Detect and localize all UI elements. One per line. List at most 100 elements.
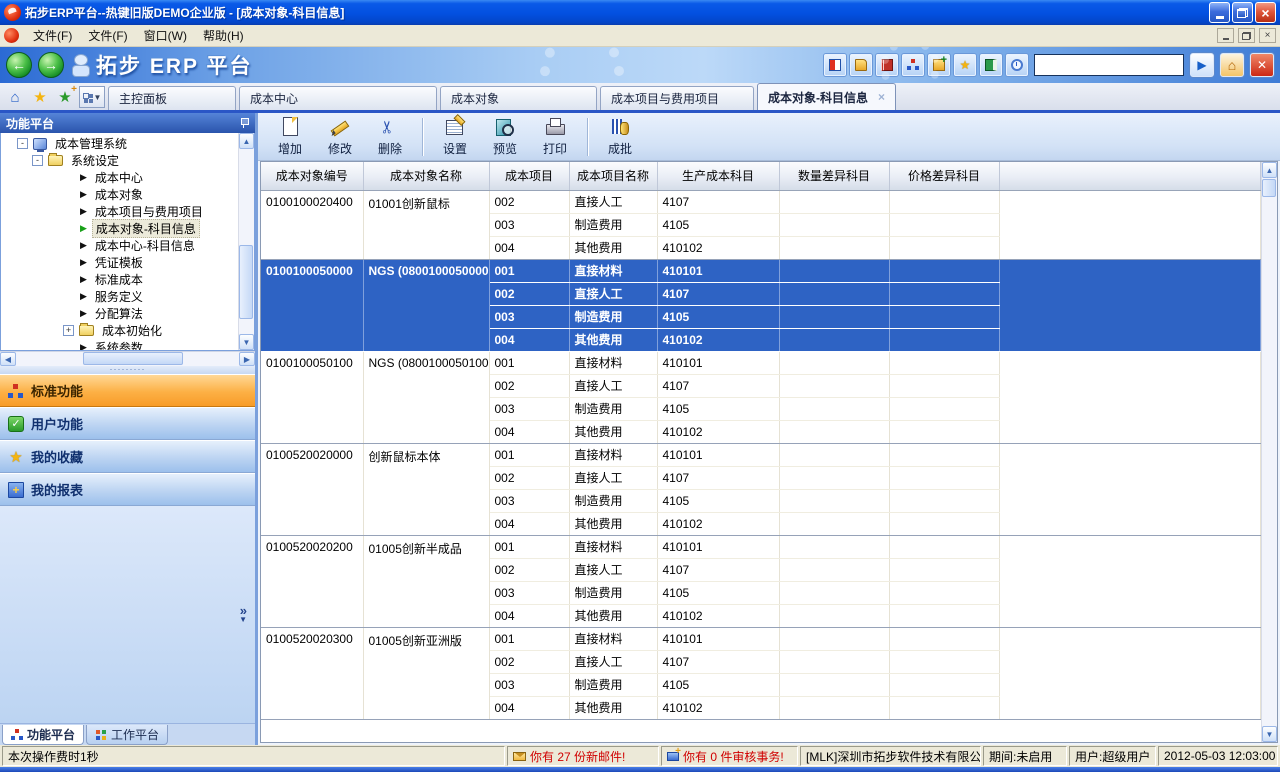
back-button[interactable]: ←: [6, 52, 32, 78]
修改-button[interactable]: 修改: [316, 115, 364, 159]
cell-cost-item-name[interactable]: 直接人工: [569, 650, 657, 673]
new-folder-icon[interactable]: [928, 54, 950, 76]
menu-item-1[interactable]: 文件(F): [80, 25, 135, 46]
group-button-我的收藏[interactable]: ★我的收藏: [0, 440, 255, 473]
scroll-thumb[interactable]: [1262, 179, 1276, 197]
add-favorite-icon[interactable]: ★: [54, 86, 76, 108]
cell-cost-object-name[interactable]: NGS (0800100050100 ): [363, 351, 489, 443]
tab-list-button[interactable]: ▼: [79, 86, 105, 108]
tree-item-凭证模板[interactable]: ▶凭证模板: [1, 254, 238, 271]
cell-production-account[interactable]: 4107: [657, 190, 779, 213]
cell-qty-variance-account[interactable]: [779, 466, 889, 489]
增加-button[interactable]: 增加: [266, 115, 314, 159]
mdi-restore-button[interactable]: [1238, 28, 1255, 43]
table-row[interactable]: 010052002030001005创新亚洲版001直接材料410101: [261, 627, 1261, 650]
cell-cost-object-name[interactable]: NGS (0800100050000 ): [363, 259, 489, 351]
cell-price-variance-account[interactable]: [889, 650, 999, 673]
column-header-生产成本科目[interactable]: 生产成本科目: [657, 162, 779, 190]
cell-price-variance-account[interactable]: [889, 466, 999, 489]
cell-cost-item-name[interactable]: 其他费用: [569, 696, 657, 719]
scroll-up-icon[interactable]: ▲: [239, 133, 254, 149]
cell-cost-item-code[interactable]: 001: [489, 259, 569, 282]
设置-button[interactable]: 设置: [431, 115, 479, 159]
column-header-成本对象名称[interactable]: 成本对象名称: [363, 162, 489, 190]
cell-price-variance-account[interactable]: [889, 673, 999, 696]
clock-icon[interactable]: [1006, 54, 1028, 76]
cell-price-variance-account[interactable]: [889, 512, 999, 535]
table-row[interactable]: 0100520020000创新鼠标本体001直接材料410101: [261, 443, 1261, 466]
cell-production-account[interactable]: 410102: [657, 236, 779, 259]
tree-item-成本中心[interactable]: ▶成本中心: [1, 169, 238, 186]
删除-button[interactable]: 删除: [366, 115, 414, 159]
home-button[interactable]: ⌂: [1220, 53, 1244, 77]
cell-cost-item-name[interactable]: 直接人工: [569, 466, 657, 489]
cell-cost-object-code[interactable]: 0100100050100: [261, 351, 363, 443]
成批-button[interactable]: 成批: [596, 115, 644, 159]
home-folder-icon[interactable]: [850, 54, 872, 76]
cell-production-account[interactable]: 410102: [657, 420, 779, 443]
cell-production-account[interactable]: 4105: [657, 489, 779, 512]
cell-production-account[interactable]: 4107: [657, 558, 779, 581]
cell-production-account[interactable]: 4105: [657, 213, 779, 236]
cell-cost-item-code[interactable]: 002: [489, 190, 569, 213]
cell-cost-object-code[interactable]: 0100100020400: [261, 190, 363, 259]
orgchart-icon[interactable]: [902, 54, 924, 76]
cell-qty-variance-account[interactable]: [779, 420, 889, 443]
cell-cost-item-code[interactable]: 004: [489, 512, 569, 535]
cell-cost-item-code[interactable]: 004: [489, 420, 569, 443]
cell-qty-variance-account[interactable]: [779, 673, 889, 696]
status-mail[interactable]: 你有 27 份新邮件!: [507, 746, 659, 766]
contacts-icon[interactable]: [980, 54, 1002, 76]
cell-cost-item-code[interactable]: 004: [489, 328, 569, 351]
cell-price-variance-account[interactable]: [889, 328, 999, 351]
cell-cost-item-name[interactable]: 直接人工: [569, 190, 657, 213]
cell-price-variance-account[interactable]: [889, 443, 999, 466]
cell-price-variance-account[interactable]: [889, 397, 999, 420]
cell-price-variance-account[interactable]: [889, 604, 999, 627]
cell-qty-variance-account[interactable]: [779, 581, 889, 604]
cell-cost-item-code[interactable]: 003: [489, 397, 569, 420]
collapse-icon[interactable]: -: [17, 138, 28, 149]
cell-qty-variance-account[interactable]: [779, 236, 889, 259]
打印-button[interactable]: 打印: [531, 115, 579, 159]
cell-cost-object-code[interactable]: 0100100050000: [261, 259, 363, 351]
tree-item-成本项目与费用项目[interactable]: ▶成本项目与费用项目: [1, 203, 238, 220]
cell-qty-variance-account[interactable]: [779, 190, 889, 213]
cell-qty-variance-account[interactable]: [779, 259, 889, 282]
cell-cost-item-name[interactable]: 直接材料: [569, 443, 657, 466]
cell-cost-item-name[interactable]: 直接材料: [569, 535, 657, 558]
cell-production-account[interactable]: 410102: [657, 328, 779, 351]
tree-horizontal-scrollbar[interactable]: ◀ ▶: [0, 351, 255, 366]
cell-price-variance-account[interactable]: [889, 236, 999, 259]
cell-cost-object-code[interactable]: 0100520020200: [261, 535, 363, 627]
cell-cost-item-name[interactable]: 其他费用: [569, 236, 657, 259]
platform-tab-功能平台[interactable]: 功能平台: [2, 725, 84, 745]
column-header-成本对象编号[interactable]: 成本对象编号: [261, 162, 363, 190]
scroll-down-icon[interactable]: ▼: [239, 334, 254, 350]
mdi-close-button[interactable]: ×: [1259, 28, 1276, 43]
cell-price-variance-account[interactable]: [889, 558, 999, 581]
table-row[interactable]: 0100100050100NGS (0800100050100 )001直接材料…: [261, 351, 1261, 374]
tree-item-系统参数[interactable]: ▶系统参数: [1, 339, 238, 350]
tree-item-成本中心-科目信息[interactable]: ▶成本中心-科目信息: [1, 237, 238, 254]
cell-cost-item-name[interactable]: 直接人工: [569, 282, 657, 305]
restore-button[interactable]: [1232, 2, 1253, 23]
cell-production-account[interactable]: 410101: [657, 351, 779, 374]
splitter-handle[interactable]: ·········: [0, 366, 255, 374]
scroll-thumb[interactable]: [83, 352, 183, 365]
forward-button[interactable]: →: [38, 52, 64, 78]
platform-tab-工作平台[interactable]: 工作平台: [86, 725, 168, 745]
cell-cost-item-name[interactable]: 制造费用: [569, 673, 657, 696]
cell-cost-item-name[interactable]: 制造费用: [569, 581, 657, 604]
menu-item-3[interactable]: 帮助(H): [195, 25, 252, 46]
scroll-thumb[interactable]: [239, 245, 253, 319]
tree-item-标准成本[interactable]: ▶标准成本: [1, 271, 238, 288]
tree-item-成本对象[interactable]: ▶成本对象: [1, 186, 238, 203]
cell-cost-item-name[interactable]: 直接材料: [569, 259, 657, 282]
cell-cost-item-code[interactable]: 003: [489, 673, 569, 696]
column-header-价格差异科目[interactable]: 价格差异科目: [889, 162, 999, 190]
favorites-icon[interactable]: ★: [954, 54, 976, 76]
cell-production-account[interactable]: 4105: [657, 673, 779, 696]
table-row[interactable]: 0100100050000NGS (0800100050000 )001直接材料…: [261, 259, 1261, 282]
cell-cost-item-name[interactable]: 直接材料: [569, 351, 657, 374]
